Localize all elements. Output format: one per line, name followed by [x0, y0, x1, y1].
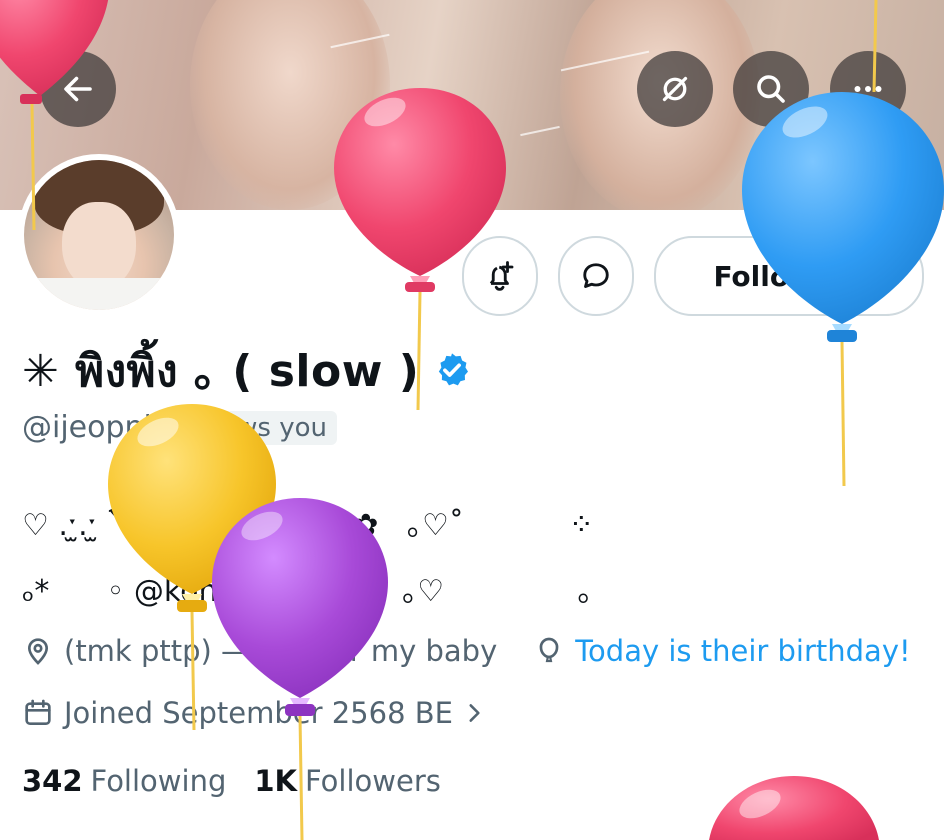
follow-counts: 342 Following 1K Followers [22, 764, 441, 798]
bio-line: ♡ .ˑ̫.ˑ̫ `͡`৹ ρ fan acc ✿ ｡♡˚ ⁘ [22, 508, 594, 543]
search-icon [757, 75, 785, 103]
user-handle: @ijeopni [22, 410, 152, 445]
handle-row: @ijeopni Follows you [22, 410, 338, 445]
balloon-icon [539, 637, 559, 663]
follows-you-badge: Follows you [165, 410, 338, 445]
following-button[interactable]: Following [654, 236, 924, 316]
profile-meta-row: (tmk pttp) —— ✿ for my baby Today is the… [22, 634, 911, 668]
notify-button[interactable] [462, 236, 538, 316]
message-button[interactable] [558, 236, 634, 316]
location-pin-icon [27, 638, 49, 665]
banner-photo-left [190, 0, 390, 210]
more-dots-icon [854, 86, 882, 92]
translate-button[interactable] [637, 51, 713, 127]
birthday-link[interactable]: Today is their birthday! [575, 634, 910, 668]
verified-badge-icon [439, 353, 469, 386]
calendar-icon [25, 699, 51, 725]
more-button[interactable] [830, 51, 906, 127]
following-count-link[interactable]: 342 Following [22, 764, 226, 798]
joined-date: Joined September 2568 BE [64, 696, 453, 730]
followers-count-link[interactable]: 1K Followers [254, 764, 441, 798]
followers-count: 1K [254, 764, 298, 798]
bio-line: ₒ* ◦ @kongjiro_ ｡ᶜᶜ · ｡♡ ｡ [22, 574, 593, 609]
chevron-right-icon [469, 704, 480, 722]
slashed-circle-icon [662, 76, 688, 102]
search-button[interactable] [733, 51, 809, 127]
avatar-photo [24, 160, 174, 310]
balloon-pink-bottom [709, 776, 879, 840]
bell-plus-icon [489, 261, 514, 291]
avatar[interactable] [18, 154, 180, 316]
followers-label: Followers [305, 764, 441, 798]
back-button[interactable] [40, 51, 116, 127]
location-text: (tmk pttp) —— ✿ for my baby [64, 634, 498, 668]
following-count: 342 [22, 764, 83, 798]
profile-name-row: ✳︎ พิงพิ้ง ｡ ( slow ) [22, 340, 471, 400]
display-name: ✳︎ พิงพิ้ง ｡ ( slow ) [22, 345, 420, 397]
arrow-left-icon [64, 76, 92, 102]
banner-streak [520, 125, 560, 137]
message-bubble-icon [583, 263, 609, 288]
following-label: Following [90, 764, 227, 798]
joined-row[interactable]: Joined September 2568 BE [22, 696, 497, 730]
